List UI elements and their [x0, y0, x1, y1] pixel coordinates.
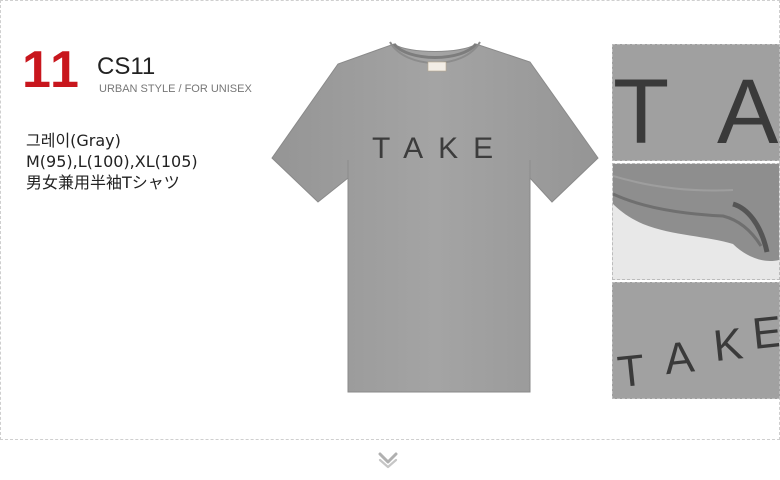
detail-thumbnail-print-closeup[interactable]: T A — [612, 44, 780, 161]
product-style: URBAN STYLE / FOR UNISEX — [99, 83, 252, 95]
thumbnail-letter: E — [750, 307, 779, 359]
tshirt-print-text: TAKE — [372, 132, 508, 165]
tshirt-image: TAKE — [268, 40, 602, 396]
product-sizes: M(95),L(100),XL(105) — [26, 152, 198, 171]
product-description: 男女兼用半袖Tシャツ — [26, 173, 180, 192]
tshirt-label-tag — [427, 61, 447, 72]
product-details: 그레이(Gray) M(95),L(100),XL(105) 男女兼用半袖Tシャ… — [26, 130, 198, 193]
thumbnail-letter: A — [662, 332, 697, 384]
thumbnail-letter: K — [711, 319, 745, 371]
tshirt-body — [271, 43, 599, 393]
product-number: 11 — [22, 41, 81, 99]
product-color: 그레이(Gray) — [26, 131, 121, 150]
thumbnail-letter: T — [615, 346, 647, 398]
chevron-down-icon[interactable] — [377, 451, 399, 469]
product-code: CS11 — [97, 53, 156, 80]
thumbnail-letter: A — [717, 61, 779, 160]
detail-thumbnail-print-angle[interactable]: T A K E — [612, 282, 780, 399]
thumbnail-letter: T — [613, 61, 669, 160]
detail-thumbnail-sleeve-stitch[interactable] — [612, 163, 780, 280]
